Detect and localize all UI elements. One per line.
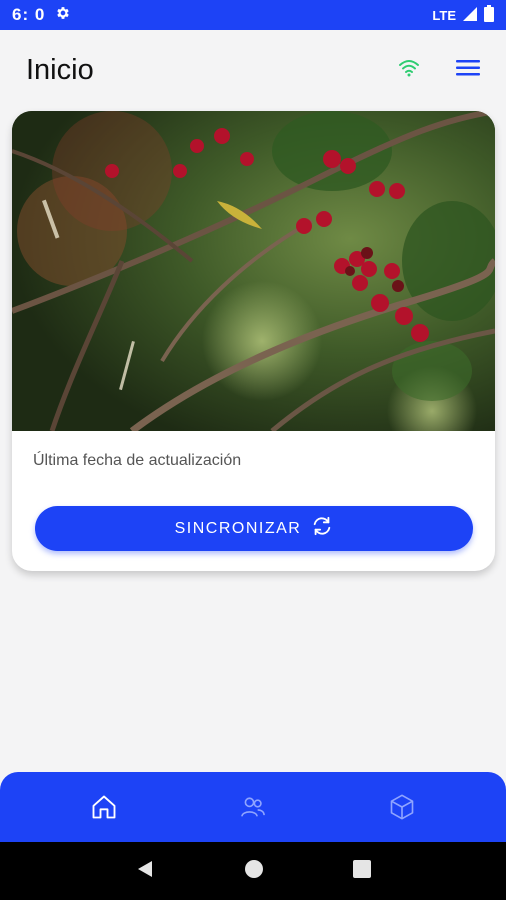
sync-button-label: SINCRONIZAR [174,519,302,537]
coffee-cherries-photo [12,111,495,431]
bottom-nav [0,772,506,842]
status-bar: 6: 0 LTE [0,0,506,30]
sync-card: Última fecha de actualización SINCRONIZA… [12,111,495,571]
recents-icon[interactable] [353,859,372,883]
back-icon[interactable] [135,859,155,884]
wifi-icon [398,59,420,82]
sync-icon [311,515,333,542]
home-icon[interactable] [79,782,129,832]
last-update-label: Última fecha de actualización [33,452,242,469]
sync-button[interactable]: SINCRONIZAR [35,506,473,551]
status-time: 6: 0 [12,5,46,24]
system-nav-bar [0,842,506,900]
signal-icon [462,6,478,25]
menu-icon[interactable] [456,59,480,82]
settings-icon [55,5,71,26]
app-bar: Inicio [0,30,506,110]
home-circle-icon[interactable] [244,859,264,884]
cube-icon[interactable] [377,782,427,832]
battery-icon [484,5,494,25]
users-icon[interactable] [228,782,278,832]
page-title: Inicio [26,53,94,86]
network-label: LTE [432,7,456,23]
